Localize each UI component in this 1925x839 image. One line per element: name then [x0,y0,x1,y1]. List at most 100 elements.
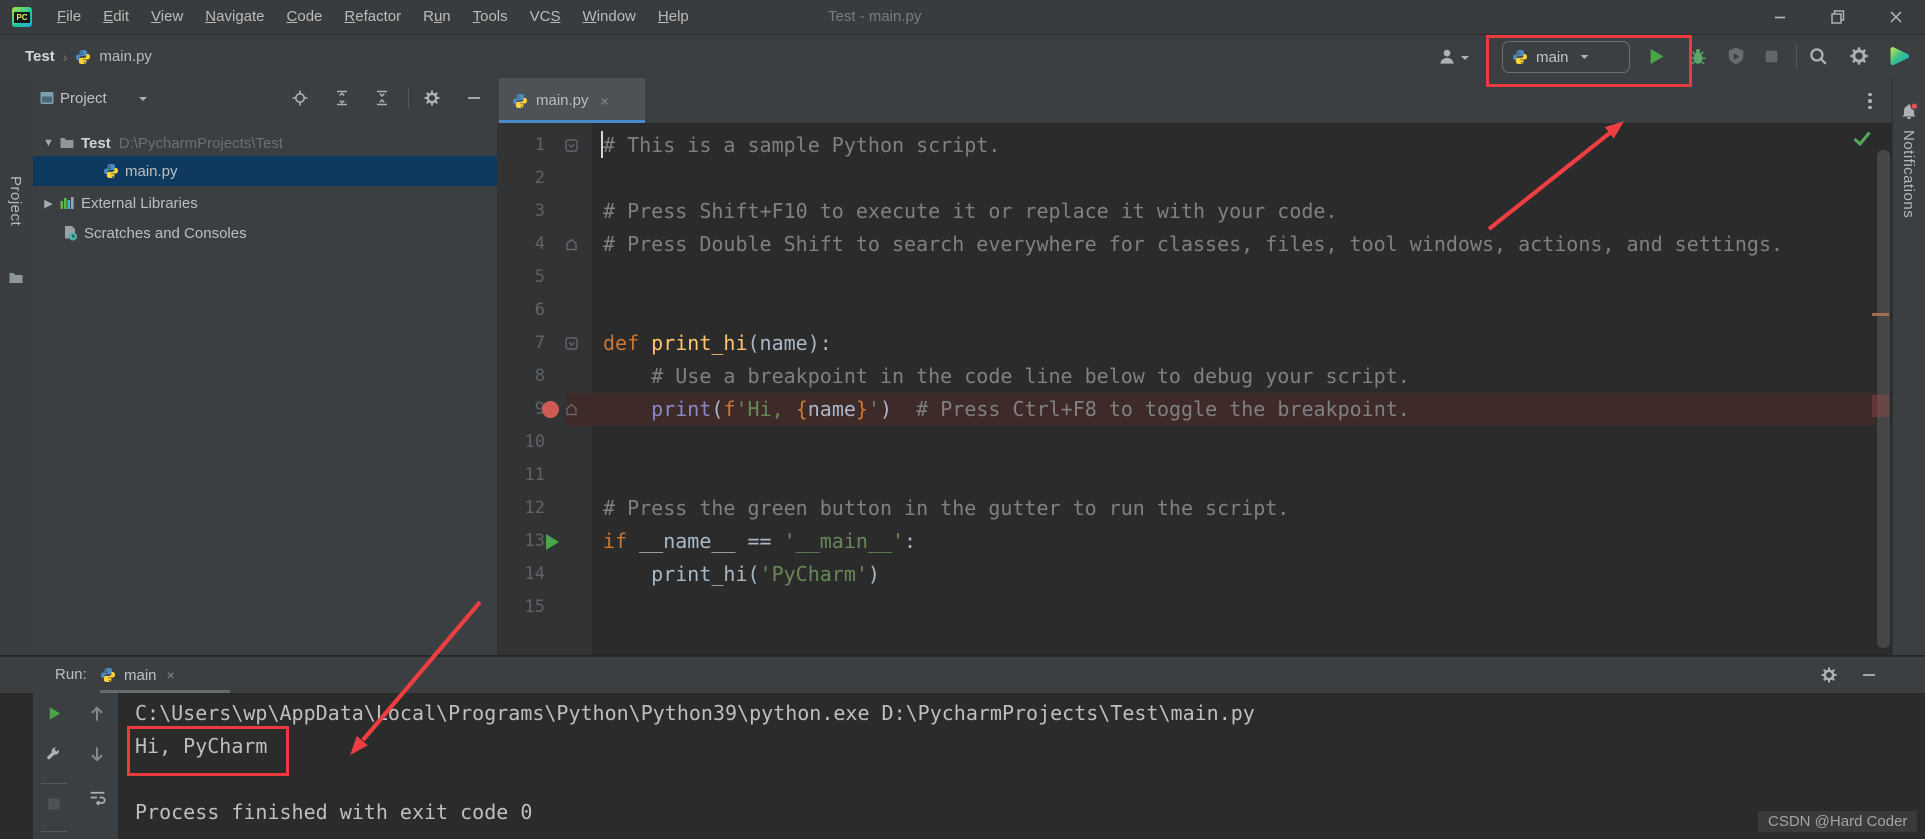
fold-end-icon[interactable] [565,238,578,251]
fold-open-icon[interactable] [565,139,578,152]
run-tab-label[interactable]: main [124,667,157,684]
window-controls [1751,0,1925,34]
coverage-button[interactable] [1726,46,1746,66]
run-tab-close-icon[interactable]: × [167,667,175,683]
code-line-12[interactable]: # Press the green button in the gutter t… [603,492,1289,525]
hide-panel-button[interactable] [465,89,483,107]
search-everywhere-button[interactable] [1808,46,1828,66]
chevron-expanded-icon[interactable]: ▼ [41,137,56,149]
line-number-14: 14 [524,564,545,584]
stop-icon [1765,50,1778,63]
code-line-1[interactable]: # This is a sample Python script. [603,129,1000,162]
tree-node-name[interactable]: Test [81,135,111,152]
menu-code[interactable]: Code [276,0,334,34]
menu-bar: File Edit View Navigate Code Refactor Run Tools… [46,0,700,34]
panel-settings-button[interactable] [423,89,441,107]
tool-stripe-notifications[interactable]: Notifications [1900,130,1917,218]
breadcrumb[interactable]: Test › main.py [25,35,152,78]
breadcrumb-file[interactable]: main.py [99,48,152,65]
folder-icon[interactable] [8,270,24,286]
menu-window[interactable]: Window [572,0,647,34]
python-file-icon [103,163,119,179]
code-line-3[interactable]: # Press Shift+F10 to execute it or repla… [603,195,1338,228]
tool-stripe-project[interactable]: Project [7,176,24,226]
stop-button[interactable] [1762,47,1781,66]
code-line-14[interactable]: print_hi('PyCharm') [603,558,880,591]
console-stop-button[interactable] [46,796,62,812]
collapse-all-button[interactable] [373,89,391,107]
fold-open-icon[interactable] [565,337,578,350]
locate-file-button[interactable] [291,89,309,107]
tree-row-project-root[interactable]: ▼ Test D:\PycharmProjects\Test [33,128,497,158]
code-line-4[interactable]: # Press Double Shift to search everywher… [603,228,1783,261]
settings-button[interactable] [1849,46,1869,66]
chevron-collapsed-icon[interactable]: ▶ [41,197,56,210]
restore-button[interactable] [1809,0,1867,34]
tab-label[interactable]: main.py [536,92,589,109]
toolbar-divider [41,831,67,832]
run-panel-settings-button[interactable] [1820,666,1838,684]
line-number-9: 9 [534,399,545,419]
run-line-icon[interactable] [546,533,559,550]
right-tool-stripe: Notifications [1892,78,1925,655]
breakpoint-icon[interactable] [542,401,559,418]
up-stack-trace-button[interactable] [87,703,107,725]
close-button[interactable] [1867,0,1925,34]
user-profile-button[interactable] [1437,47,1457,67]
annotation-rect-output [127,726,289,776]
chevron-down-icon [1460,54,1470,62]
toolbar-divider [41,783,67,784]
run-panel-toolbar [33,693,118,839]
down-stack-trace-button[interactable] [87,743,107,765]
menu-navigate[interactable]: Navigate [194,0,275,34]
code-line-13[interactable]: if __name__ == '__main__': [603,525,916,558]
tab-close-icon[interactable]: × [601,93,609,109]
tree-row-scratches[interactable]: Scratches and Consoles [33,218,497,248]
python-file-icon [75,49,91,65]
minimize-button[interactable] [1751,0,1809,34]
folder-icon [59,135,75,151]
soft-wrap-button[interactable] [88,788,107,807]
code-line-7[interactable]: def print_hi(name): [603,327,832,360]
tree-node-path: D:\PycharmProjects\Test [118,134,283,152]
plugin-brand-icon[interactable] [1889,45,1911,67]
tree-row-external-libraries[interactable]: ▶ External Libraries [33,188,497,218]
editor-options-kebab-icon[interactable] [1860,90,1880,112]
hide-run-panel-button[interactable] [1860,666,1878,684]
brand-triangle-icon [1890,46,1910,66]
tree-row-main-py[interactable]: main.py [33,156,497,186]
menu-run[interactable]: Run [412,0,462,34]
expand-all-button[interactable] [333,89,351,107]
rerun-button[interactable] [46,705,63,722]
menu-vcs[interactable]: VCS [519,0,572,34]
fold-end-icon[interactable] [565,403,578,416]
scrollbar-mark [1872,313,1889,316]
tree-node-name[interactable]: main.py [125,163,178,180]
tree-node-name[interactable]: External Libraries [81,195,198,212]
run-panel-header: Run: main × [0,657,1925,693]
tree-node-name[interactable]: Scratches and Consoles [84,225,247,242]
menu-refactor[interactable]: Refactor [333,0,412,34]
watermark: CSDN @Hard Coder [1758,811,1918,832]
code-line-8[interactable]: # Use a breakpoint in the code line belo… [603,360,1410,393]
inspections-ok-icon[interactable] [1852,130,1872,146]
menu-tools[interactable]: Tools [462,0,519,34]
pycharm-window: PC File Edit View Navigate Code Refactor Run To… [0,0,1925,839]
menu-file[interactable]: File [46,0,92,34]
console-line-1: C:\Users\wp\AppData\Local\Programs\Pytho… [135,701,1255,725]
menu-help[interactable]: Help [647,0,700,34]
notifications-bell-icon[interactable] [1899,102,1919,122]
code-line-9[interactable]: print(f'Hi, {name}') # Press Ctrl+F8 to … [603,393,1410,426]
chevron-down-icon[interactable] [138,95,148,103]
tab-main-py[interactable]: main.py × [499,78,645,123]
run-tab-main[interactable]: main × [100,657,175,693]
breadcrumb-project[interactable]: Test [25,48,55,65]
modify-run-config-button[interactable] [45,745,63,763]
line-number-2: 2 [534,168,545,188]
line-number-3: 3 [534,201,545,221]
menu-edit[interactable]: Edit [92,0,140,34]
menu-view[interactable]: View [140,0,194,34]
project-panel-title[interactable]: Project [60,90,107,107]
title-bar: PC File Edit View Navigate Code Refactor Run To… [0,0,1925,35]
text-caret [601,131,603,158]
